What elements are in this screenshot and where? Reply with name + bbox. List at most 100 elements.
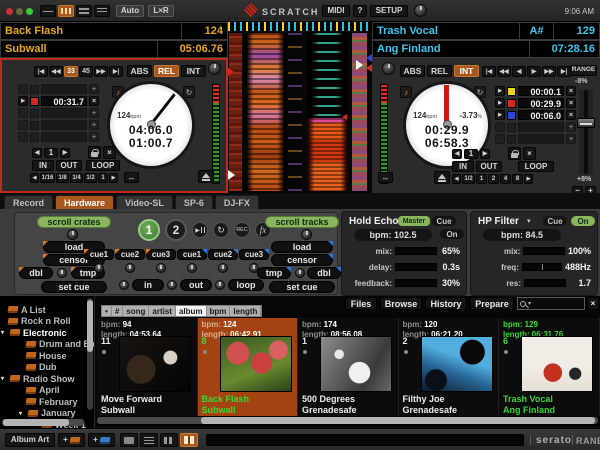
cue-add-button[interactable]: + bbox=[566, 134, 576, 144]
autoloop-4-button[interactable]: 4 bbox=[500, 174, 511, 184]
deck-left-forward-button[interactable]: ▶▶ bbox=[94, 66, 108, 77]
tmp-right-button[interactable]: tmp bbox=[257, 267, 291, 279]
fx-cue-button[interactable]: Cue bbox=[432, 216, 456, 226]
column-artist[interactable]: artist bbox=[149, 306, 176, 316]
cue2-left-button[interactable]: cue2 bbox=[115, 249, 145, 260]
cue-play-icon[interactable] bbox=[495, 122, 505, 132]
loop-slot-number[interactable]: 1 bbox=[464, 149, 478, 159]
autoloop-next-button[interactable]: ▶ bbox=[524, 174, 533, 184]
tab-sp6[interactable]: SP-6 bbox=[175, 195, 213, 209]
cue-add-button[interactable]: + bbox=[89, 84, 99, 94]
rec-button[interactable]: REC bbox=[234, 222, 250, 238]
deck-right-skip-end-button[interactable]: ▶| bbox=[557, 66, 571, 77]
loop-button-hw[interactable]: loop bbox=[228, 279, 264, 291]
dbl-tmp-left-knob[interactable] bbox=[57, 268, 67, 278]
cue-play-icon[interactable]: ▶ bbox=[495, 110, 505, 120]
crate-dub[interactable]: Dub bbox=[8, 362, 94, 374]
expand-arrow-icon[interactable]: ▾ bbox=[1, 375, 7, 382]
cue3-right-button[interactable]: cue3 bbox=[239, 249, 269, 260]
in-button[interactable]: in bbox=[132, 279, 164, 291]
midi-button[interactable]: MIDI bbox=[322, 5, 350, 17]
pitch-range-button[interactable]: RANGE bbox=[570, 65, 597, 76]
album-art-toggle-button[interactable]: Album Art bbox=[5, 433, 55, 447]
album-art[interactable] bbox=[220, 336, 292, 392]
crate-drum-and-bass[interactable]: Drum and Bass bbox=[8, 339, 94, 351]
cue-knob-1[interactable] bbox=[94, 263, 104, 273]
cue-knob-5[interactable] bbox=[218, 263, 228, 273]
cue-play-icon[interactable] bbox=[18, 120, 28, 130]
sidebar-vertical-scrollbar[interactable] bbox=[87, 298, 93, 410]
crate-house[interactable]: House bbox=[8, 350, 94, 362]
deck-left-speed-33-button[interactable]: 33 bbox=[64, 66, 78, 77]
setup-button[interactable]: SETUP bbox=[370, 5, 408, 17]
fx-delay-slider[interactable] bbox=[395, 263, 437, 271]
deck-right-eject-icon[interactable] bbox=[434, 171, 450, 184]
crate-february[interactable]: February bbox=[8, 396, 94, 408]
close-dot-icon[interactable] bbox=[6, 8, 13, 15]
auto-button[interactable]: Auto bbox=[116, 5, 144, 17]
display-mode-stack-icon[interactable] bbox=[76, 5, 92, 17]
display-mode-horizontal-icon[interactable] bbox=[40, 5, 56, 17]
column-number[interactable]: # bbox=[112, 306, 123, 316]
autoloop-2-button[interactable]: 2 bbox=[488, 174, 499, 184]
left-right-swap-button[interactable]: L×R bbox=[148, 5, 174, 17]
library-horizontal-scrollbar[interactable] bbox=[97, 417, 598, 424]
cue-delete-button[interactable]: × bbox=[566, 86, 576, 96]
deck-right-gain-knob[interactable] bbox=[382, 62, 395, 75]
deck-left-virtual-platter[interactable]: 124bpm 04:06.0 01:00.7 bbox=[110, 84, 192, 166]
cue-add-button[interactable]: + bbox=[89, 120, 99, 130]
track-tile-loaded[interactable]: bpm:129 length:06:31.76 6 Trash Vocal An… bbox=[499, 318, 600, 416]
deck-left-rewind-button[interactable]: ◀◀ bbox=[49, 66, 63, 77]
cue-play-icon[interactable] bbox=[18, 132, 28, 142]
cue3-left-button[interactable]: cue3 bbox=[146, 249, 176, 260]
deck-left-abs-mode-button[interactable]: ABS bbox=[127, 65, 152, 77]
fx-res-slider[interactable] bbox=[524, 279, 566, 287]
deck-left-skip-end-button[interactable]: ▶| bbox=[109, 66, 123, 77]
fx-on-button[interactable]: On bbox=[571, 216, 595, 226]
minimize-dot-icon[interactable] bbox=[16, 8, 23, 15]
deck-left-main-waveform[interactable] bbox=[244, 33, 287, 191]
column-bpm[interactable]: bpm bbox=[207, 306, 231, 316]
crate-april[interactable]: April bbox=[8, 385, 94, 397]
view-list-icon[interactable] bbox=[140, 433, 158, 447]
dbl-right-button[interactable]: dbl bbox=[307, 267, 341, 279]
crate-a-list[interactable]: A List bbox=[8, 304, 94, 316]
crate-radio-show[interactable]: ▾Radio Show bbox=[8, 373, 94, 385]
cue-add-button[interactable]: + bbox=[566, 122, 576, 132]
track-tile-selected[interactable]: bpm:124 length:06:42.91 8 Back Flash Sub… bbox=[198, 318, 299, 416]
cue-delete-button[interactable]: × bbox=[566, 98, 576, 108]
expand-arrow-icon[interactable]: ▾ bbox=[1, 329, 7, 336]
tab-record[interactable]: Record bbox=[4, 195, 53, 209]
loop-button[interactable]: LOOP bbox=[86, 160, 120, 171]
deck-1-indicator[interactable]: 1 bbox=[138, 219, 160, 241]
view-album-art-icon[interactable] bbox=[180, 433, 198, 447]
loop-out-button[interactable]: OUT bbox=[476, 161, 502, 172]
deck-right-cue-slot-3[interactable]: ▶00:06.0× bbox=[495, 110, 576, 120]
sidebar-horizontal-scrollbar[interactable] bbox=[2, 419, 84, 426]
deck-right-forward-button[interactable]: ▶▶ bbox=[542, 66, 556, 77]
search-options-dropdown-icon[interactable]: ▾ bbox=[528, 300, 531, 307]
deck-left-cue-slot-1[interactable]: + bbox=[18, 84, 99, 94]
album-art[interactable] bbox=[320, 336, 392, 392]
expand-arrow-icon[interactable]: ▾ bbox=[19, 410, 25, 417]
loop-knob[interactable] bbox=[215, 280, 225, 290]
fx-mix-slider[interactable] bbox=[523, 247, 565, 255]
loop-slot-number[interactable]: 1 bbox=[44, 148, 58, 158]
autoloop-1-button[interactable]: 1 bbox=[476, 174, 487, 184]
search-clear-button[interactable]: × bbox=[587, 297, 599, 310]
load-right-button[interactable]: load bbox=[271, 241, 333, 253]
cue-add-button[interactable]: + bbox=[89, 132, 99, 142]
out-knob[interactable] bbox=[167, 280, 177, 290]
loop-in-button[interactable]: IN bbox=[32, 160, 54, 171]
cue-play-icon[interactable] bbox=[18, 84, 28, 94]
deck-right-skip-start-button[interactable]: |◀ bbox=[482, 66, 496, 77]
deck-right-rel-mode-button[interactable]: REL bbox=[427, 65, 452, 77]
track-tile[interactable]: bpm:94 length:04:53.64 11 Move Forward S… bbox=[97, 318, 198, 416]
cue-knob-3[interactable] bbox=[156, 263, 166, 273]
loop-slot-next-button[interactable]: ▶ bbox=[60, 148, 70, 158]
loop-slot-prev-button[interactable]: ◀ bbox=[32, 148, 42, 158]
deck-2-indicator[interactable]: 2 bbox=[165, 219, 187, 241]
crate-sidebar[interactable]: A List Rock n Roll ▾Electronic Drum and … bbox=[0, 296, 95, 428]
deck-right-main-waveform[interactable] bbox=[307, 33, 348, 191]
loop-slot-next-button[interactable]: ▶ bbox=[480, 149, 490, 159]
